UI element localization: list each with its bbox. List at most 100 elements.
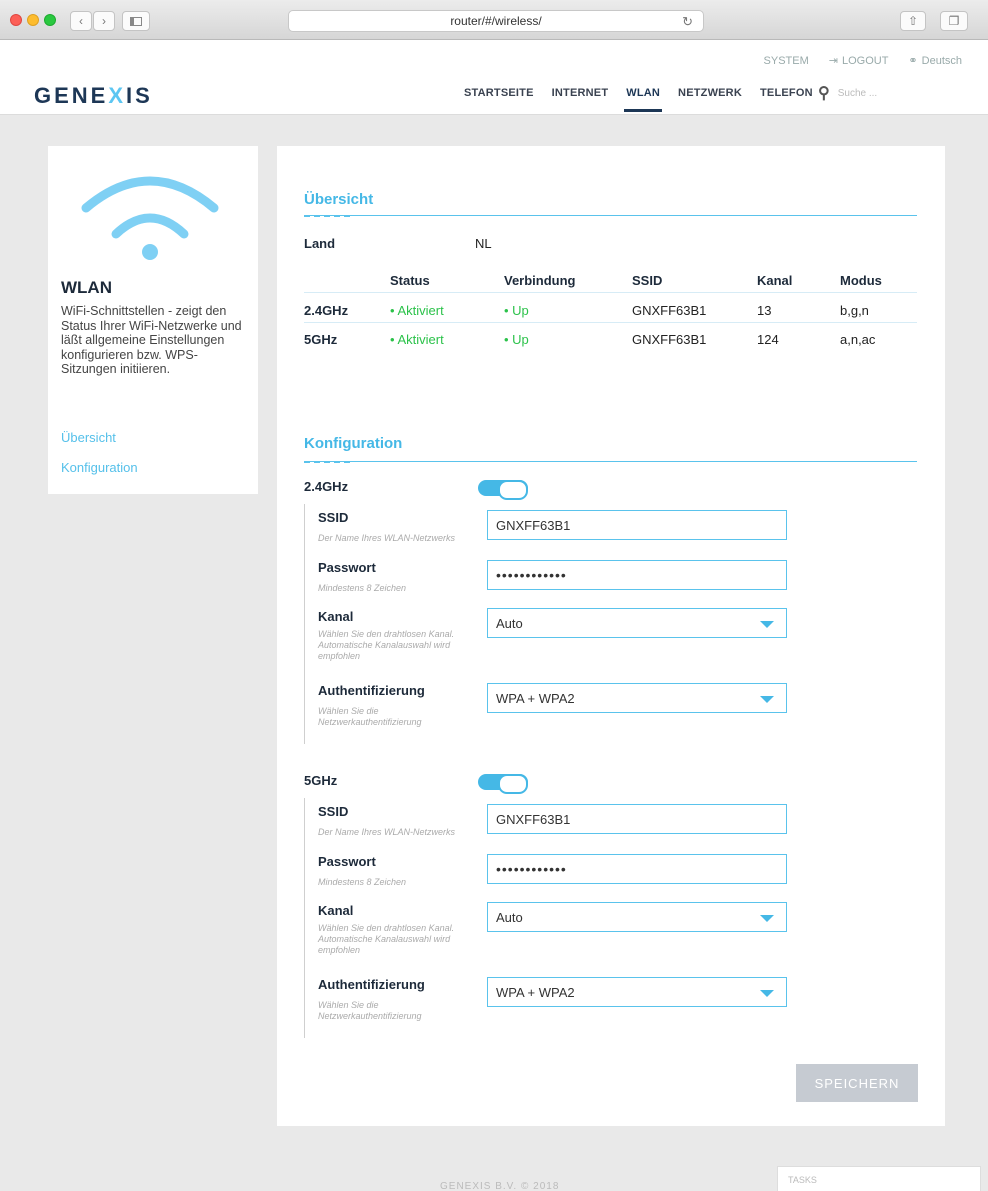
language-link[interactable]: ⚭ Deutsch [908, 54, 962, 68]
auth-help: Wählen Sie die Netzwerkauthentifizierung [318, 1000, 422, 1021]
row-status: • Aktiviert [390, 332, 444, 347]
auth-select[interactable]: WPA + WPA2 [487, 977, 787, 1007]
col-connection: Verbindung [504, 273, 576, 288]
password-input[interactable]: •••••••••••• [487, 560, 787, 590]
zoom-window-button[interactable] [44, 14, 56, 26]
nav-internet[interactable]: INTERNET [552, 87, 609, 99]
tabs-icon: ❐ [948, 14, 960, 28]
password-label: Passwort [318, 560, 376, 575]
channel-select[interactable]: Auto [487, 902, 787, 932]
password-label: Passwort [318, 854, 376, 869]
ssid-input[interactable]: GNXFF63B1 [487, 510, 787, 540]
row-ssid: GNXFF63B1 [632, 332, 707, 347]
row-connection: • Up [504, 332, 529, 347]
globe-icon: ⚭ [908, 55, 918, 67]
ssid-label: SSID [318, 804, 349, 819]
row-channel: 124 [757, 332, 779, 347]
password-help: Mindestens 8 Zeichen [318, 583, 407, 593]
row-mode: a,n,ac [840, 332, 876, 347]
forward-button[interactable]: › [93, 11, 115, 31]
password-input[interactable]: •••••••••••• [487, 854, 787, 884]
overview-divider [304, 215, 917, 216]
ssid-input[interactable]: GNXFF63B1 [487, 804, 787, 834]
nav-wlan[interactable]: WLAN [624, 87, 662, 112]
search-icon[interactable]: ⚲ [818, 83, 830, 103]
search-input[interactable]: Suche ... [838, 88, 877, 99]
nav-netzwerk[interactable]: NETZWERK [678, 87, 742, 99]
site-header: GENEXIS SYSTEM ⇥ LOGOUT ⚭ Deutsch STARTSEI… [0, 40, 988, 115]
genexis-logo[interactable]: GENEXIS [34, 83, 153, 109]
minimize-window-button[interactable] [27, 14, 39, 26]
nav-startseite[interactable]: STARTSEITE [464, 87, 534, 99]
auth-help: Wählen Sie die Netzwerkauthentifizierung [318, 706, 422, 727]
table-header-line [304, 292, 917, 293]
row-status: • Aktiviert [390, 303, 444, 318]
footer-copyright: GENEXIS B.V. © 2018 [440, 1181, 560, 1191]
sidebar-title: WLAN [61, 278, 112, 297]
main-panel: Übersicht Land NL Status Verbindung SSID… [277, 146, 945, 1126]
row-band: 5GHz [304, 332, 338, 347]
land-value: NL [475, 236, 492, 251]
top-links: SYSTEM ⇥ LOGOUT ⚭ Deutsch [764, 54, 962, 68]
url-text: router/#/wireless/ [450, 14, 542, 28]
land-label: Land [304, 236, 336, 251]
row-channel: 13 [757, 303, 772, 318]
back-button[interactable]: ‹ [70, 11, 92, 31]
row-mode: b,g,n [840, 303, 869, 318]
band-title: 5GHz [304, 773, 338, 788]
logout-link[interactable]: ⇥ LOGOUT [829, 54, 889, 68]
band-enable-toggle[interactable] [478, 480, 528, 500]
auth-select[interactable]: WPA + WPA2 [487, 683, 787, 713]
chevron-down-icon [760, 915, 774, 922]
ssid-help: Der Name Ihres WLAN-Netzwerks [318, 533, 456, 543]
nav-telefon[interactable]: TELEFON [760, 87, 813, 99]
sidebar-panel: WLAN WiFi-Schnittstellen - zeigt den Sta… [48, 146, 258, 494]
tabs-button[interactable]: ❐ [940, 11, 968, 31]
row-band: 2.4GHz [304, 303, 349, 318]
save-button[interactable]: SPEICHERN [796, 1064, 918, 1102]
search-box[interactable]: ⚲ Suche ... [818, 83, 877, 103]
share-icon: ⇧ [907, 14, 919, 28]
row-connection: • Up [504, 303, 529, 318]
band-group-border [304, 798, 305, 1038]
col-channel: Kanal [757, 273, 793, 288]
sidebar-description: WiFi-Schnittstellen - zeigt den Status I… [61, 304, 242, 376]
main-nav: STARTSEITE INTERNET WLAN NETZWERK TELEFO… [464, 87, 813, 112]
sidebar-link-configuration[interactable]: Konfiguration [61, 460, 138, 475]
tasks-panel[interactable]: TASKS [777, 1166, 981, 1191]
overview-divider-accent [304, 215, 350, 217]
chevron-down-icon [760, 621, 774, 628]
band-enable-toggle[interactable] [478, 774, 528, 794]
auth-label: Authentifizierung [318, 683, 425, 698]
chevron-left-icon: ‹ [79, 14, 83, 28]
sidebar-link-overview[interactable]: Übersicht [61, 430, 116, 445]
chevron-down-icon [760, 990, 774, 997]
wifi-icon [81, 176, 219, 260]
chevron-right-icon: › [102, 14, 106, 28]
auth-label: Authentifizierung [318, 977, 425, 992]
chevron-down-icon [760, 696, 774, 703]
close-window-button[interactable] [10, 14, 22, 26]
row-ssid: GNXFF63B1 [632, 303, 707, 318]
sidebar-toggle-button[interactable] [122, 11, 150, 31]
overview-heading: Übersicht [304, 191, 374, 208]
configuration-divider-accent [304, 461, 350, 463]
ssid-help: Der Name Ihres WLAN-Netzwerks [318, 827, 456, 837]
col-mode: Modus [840, 273, 882, 288]
reload-icon[interactable]: ↻ [682, 14, 693, 30]
channel-select[interactable]: Auto [487, 608, 787, 638]
band-title: 2.4GHz [304, 479, 349, 494]
col-ssid: SSID [632, 273, 663, 288]
ssid-label: SSID [318, 510, 349, 525]
system-link[interactable]: SYSTEM [764, 54, 809, 67]
password-help: Mindestens 8 Zeichen [318, 877, 407, 887]
band-group-border [304, 504, 305, 744]
col-status: Status [390, 273, 430, 288]
channel-label: Kanal [318, 609, 354, 624]
channel-help: Wählen Sie den drahtlosen Kanal. Automat… [318, 629, 455, 661]
table-row-line [304, 322, 917, 323]
browser-toolbar: ‹ › router/#/wireless/ ↻ ⇧ ❐ [0, 0, 988, 40]
share-button[interactable]: ⇧ [900, 11, 926, 31]
address-bar[interactable]: router/#/wireless/ ↻ [288, 10, 704, 32]
sidebar-icon [130, 16, 142, 26]
